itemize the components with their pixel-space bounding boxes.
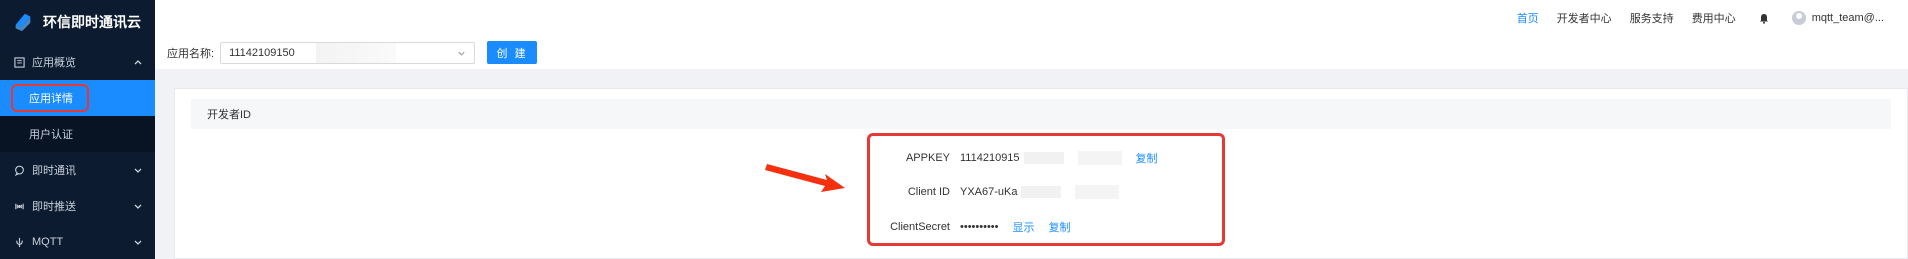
- chevron-down-icon: [134, 240, 142, 245]
- sidebar-item-im[interactable]: 即时通讯: [0, 152, 155, 188]
- nav-developer-center[interactable]: 开发者中心: [1557, 10, 1612, 26]
- chevron-down-icon: [134, 168, 142, 173]
- sidebar: 环信即时通讯云 应用概览 应用详情 用户认证 即时通讯 即时推送 MQTT: [0, 0, 155, 259]
- redacted-text: [1023, 152, 1064, 164]
- client-id-label: Client ID: [907, 186, 950, 198]
- chevron-down-icon: [134, 204, 142, 209]
- app-overview-icon: [12, 55, 26, 69]
- sidebar-item-label: 即时通讯: [32, 165, 76, 177]
- chat-icon: [12, 163, 26, 177]
- top-header: 首页 开发者中心 服务支持 费用中心 mqtt_team@...: [155, 0, 1908, 36]
- chevron-down-icon: [458, 51, 465, 56]
- push-icon: [12, 199, 26, 213]
- bell-icon[interactable]: [1758, 12, 1770, 24]
- copy-appkey-button[interactable]: 复制: [1136, 150, 1158, 166]
- mqtt-icon: [12, 235, 26, 249]
- brand[interactable]: 环信即时通讯云: [0, 0, 155, 44]
- app-name-label: 应用名称:: [167, 47, 215, 60]
- client-secret-row: ClientSecret •••••••••• 显示 复制: [870, 217, 1222, 237]
- sidebar-item-label: 应用概览: [32, 57, 76, 69]
- nav-home[interactable]: 首页: [1517, 10, 1539, 26]
- appkey-value: 1114210915: [960, 152, 1020, 164]
- section-title: 开发者ID: [191, 99, 1891, 129]
- avatar: [1791, 11, 1806, 25]
- show-secret-button[interactable]: 显示: [1013, 219, 1035, 235]
- sidebar-item-label: 用户认证: [29, 129, 73, 141]
- nav-billing[interactable]: 费用中心: [1692, 10, 1736, 26]
- redacted-text: [1075, 185, 1120, 199]
- client-id-row: Client ID YXA67-uKa: [870, 182, 1222, 202]
- credentials-box: APPKEY 1114210915 复制 Client ID YXA67-uKa…: [867, 133, 1225, 246]
- sidebar-subgroup: 应用详情 用户认证: [0, 80, 155, 152]
- redacted-text: [1077, 151, 1122, 165]
- redacted-text: [1021, 186, 1062, 198]
- app-select[interactable]: 11142109150: [220, 41, 476, 64]
- sidebar-item-label: MQTT: [32, 236, 64, 248]
- client-secret-label: ClientSecret: [890, 221, 950, 233]
- client-id-value: YXA67-uKa: [960, 186, 1018, 198]
- appkey-row: APPKEY 1114210915 复制: [870, 148, 1222, 168]
- user-name: mqtt_team@...: [1811, 12, 1884, 24]
- logo-icon: [15, 13, 31, 32]
- arrow-annotation: [765, 164, 845, 192]
- copy-secret-button[interactable]: 复制: [1049, 219, 1071, 235]
- nav-support[interactable]: 服务支持: [1630, 10, 1674, 26]
- sidebar-item-push[interactable]: 即时推送: [0, 188, 155, 224]
- appkey-label: APPKEY: [905, 152, 950, 164]
- sidebar-item-user-auth[interactable]: 用户认证: [0, 116, 155, 152]
- sidebar-item-label: 即时推送: [32, 201, 76, 213]
- app-select-value: 11142109150: [229, 46, 295, 59]
- client-secret-value: ••••••••••: [960, 221, 999, 233]
- sidebar-item-app-overview[interactable]: 应用概览: [0, 44, 155, 80]
- app-selector-row: 应用名称: 11142109150 创 建: [155, 36, 1908, 69]
- sidebar-item-app-detail[interactable]: 应用详情: [0, 80, 155, 116]
- user-menu[interactable]: mqtt_team@...: [1791, 11, 1884, 25]
- sidebar-item-mqtt[interactable]: MQTT: [0, 224, 155, 259]
- create-button[interactable]: 创 建: [487, 41, 538, 64]
- brand-name: 环信即时通讯云: [43, 14, 141, 30]
- sidebar-item-label: 应用详情: [11, 84, 89, 112]
- chevron-up-icon: [134, 60, 142, 65]
